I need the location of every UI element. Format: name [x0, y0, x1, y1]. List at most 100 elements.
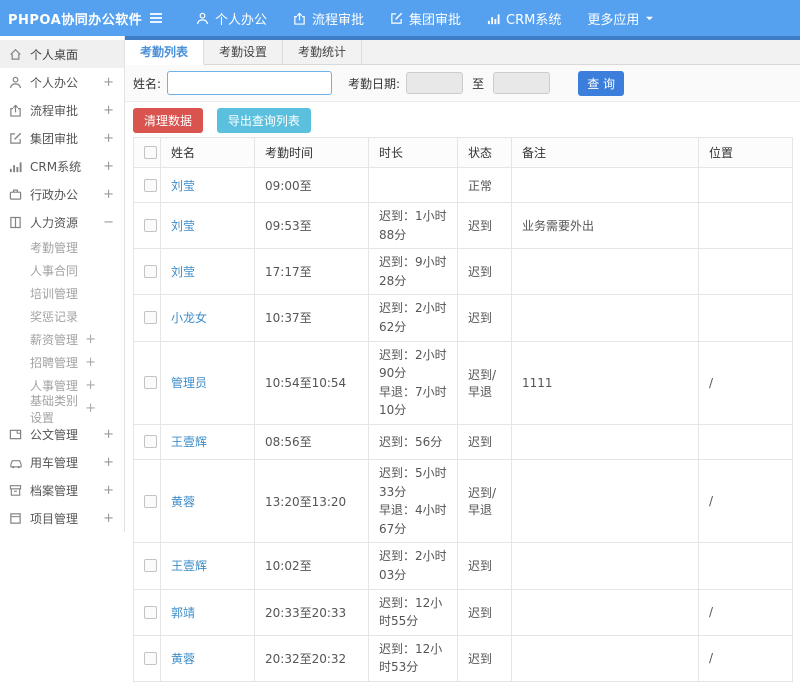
- expand-toggle-icon[interactable]: +: [85, 378, 96, 393]
- nav-item-workflow-approval[interactable]: 流程审批: [293, 9, 364, 28]
- sidebar-item-vehicle-mgmt[interactable]: 用车管理 +: [0, 448, 124, 476]
- expand-toggle-icon[interactable]: +: [103, 187, 114, 202]
- row-checkbox[interactable]: [144, 559, 157, 573]
- nav-item-more-apps[interactable]: 更多应用: [587, 9, 654, 28]
- date-to-input[interactable]: [493, 72, 551, 94]
- app-logo[interactable]: PHPOA协同办公软件: [0, 9, 148, 28]
- note-cell: [511, 248, 699, 296]
- employee-name-link[interactable]: 黄蓉: [171, 495, 195, 509]
- sidebar-subitem-attendance-mgmt[interactable]: 考勤管理: [0, 236, 124, 259]
- sidebar-subitem-reward-punish[interactable]: 奖惩记录: [0, 305, 124, 328]
- sidebar-item-archive-mgmt[interactable]: 档案管理 +: [0, 476, 124, 504]
- caret-down-icon: [645, 15, 654, 22]
- expand-toggle-icon[interactable]: +: [103, 159, 114, 174]
- employee-name-link[interactable]: 郭靖: [171, 606, 195, 620]
- flow-icon: [293, 12, 306, 25]
- expand-toggle-icon[interactable]: −: [103, 215, 114, 230]
- name-input[interactable]: [167, 71, 333, 95]
- book-icon: [9, 216, 24, 229]
- employee-name-link[interactable]: 刘莹: [171, 265, 195, 279]
- expand-toggle-icon[interactable]: +: [85, 355, 96, 370]
- row-checkbox[interactable]: [144, 178, 157, 192]
- status-cell: 迟到: [457, 423, 512, 460]
- sidebar-item-group-approval[interactable]: 集团审批 +: [0, 124, 124, 152]
- row-checkbox[interactable]: [144, 494, 157, 508]
- expand-toggle-icon[interactable]: +: [103, 75, 114, 90]
- edit-icon: [390, 12, 403, 25]
- expand-toggle-icon[interactable]: +: [103, 483, 114, 498]
- briefcase-icon: [9, 188, 24, 201]
- location-cell: [698, 167, 793, 203]
- row-checkbox[interactable]: [144, 311, 157, 325]
- column-header-4: 备注: [511, 137, 699, 168]
- sidebar-item-personal-office[interactable]: 个人办公 +: [0, 68, 124, 96]
- range-separator-label: 至: [472, 76, 485, 91]
- nav-item-crm[interactable]: CRM系统: [487, 9, 561, 28]
- nav-item-personal-office[interactable]: 个人办公: [196, 9, 267, 28]
- column-header-2: 时长: [368, 137, 458, 168]
- sidebar-subitem-hr-contract[interactable]: 人事合同: [0, 259, 124, 282]
- sidebar-item-label: 公文管理: [30, 427, 79, 442]
- sidebar-subitem-salary-mgmt[interactable]: 薪资管理 +: [0, 328, 124, 351]
- sidebar-item-project-mgmt[interactable]: 项目管理 +: [0, 504, 124, 532]
- attendance-time-cell: 10:37至: [254, 294, 369, 342]
- row-checkbox[interactable]: [144, 651, 157, 665]
- row-checkbox[interactable]: [144, 376, 157, 390]
- sidebar-item-admin-office[interactable]: 行政办公 +: [0, 180, 124, 208]
- employee-name-cell: 刘莹: [160, 167, 255, 203]
- expand-toggle-icon[interactable]: +: [103, 103, 114, 118]
- clean-data-button[interactable]: 清理数据: [133, 108, 204, 133]
- row-checkbox[interactable]: [144, 219, 157, 233]
- expand-toggle-icon[interactable]: +: [103, 511, 114, 526]
- nav-item-label: 更多应用: [587, 12, 640, 28]
- employee-name-link[interactable]: 王壹辉: [171, 559, 207, 573]
- row-checkbox[interactable]: [144, 265, 157, 279]
- sidebar-item-hr[interactable]: 人力资源 −: [0, 208, 124, 236]
- table-header-row: 姓名 考勤时间 时长 状态 备注 位置: [133, 137, 793, 168]
- expand-toggle-icon[interactable]: +: [103, 455, 114, 470]
- nav-item-group-approval[interactable]: 集团审批: [390, 9, 461, 28]
- tab-attendance-settings[interactable]: 考勤设置: [204, 40, 284, 64]
- sidebar-subitem-base-category[interactable]: 基础类别设置 +: [0, 394, 124, 425]
- expand-toggle-icon[interactable]: +: [103, 131, 114, 146]
- sidebar-item-label: 人力资源: [30, 215, 79, 230]
- employee-name-link[interactable]: 黄蓉: [171, 652, 195, 666]
- employee-name-link[interactable]: 王壹辉: [171, 435, 207, 449]
- hamburger-icon[interactable]: [148, 11, 172, 25]
- sidebar-item-label: 档案管理: [30, 483, 79, 498]
- employee-name-link[interactable]: 刘莹: [171, 219, 195, 233]
- search-button[interactable]: 查 询: [578, 70, 625, 96]
- sidebar-subitem-recruit-mgmt[interactable]: 招聘管理 +: [0, 351, 124, 374]
- top-navbar: PHPOA协同办公软件 个人办公 流程审批 集团审批 CRM系统 更多应用: [0, 0, 800, 36]
- employee-name-link[interactable]: 管理员: [171, 376, 207, 390]
- duration-cell: 迟到：2小时90分 早退：7小时10分: [368, 340, 458, 425]
- export-list-button[interactable]: 导出查询列表: [216, 108, 311, 133]
- note-cell: [511, 588, 699, 636]
- name-label: 姓名:: [133, 76, 162, 91]
- status-cell: 正常: [457, 167, 512, 203]
- table-row: 管理员 10:54至10:54 迟到：2小时90分 早退：7小时10分 迟到/早退 11…: [133, 340, 793, 425]
- sidebar-subitem-training-mgmt[interactable]: 培训管理: [0, 282, 124, 305]
- archive-icon: [9, 484, 24, 497]
- row-checkbox[interactable]: [144, 435, 157, 449]
- select-all-checkbox[interactable]: [144, 146, 157, 159]
- expand-toggle-icon[interactable]: +: [85, 332, 96, 347]
- sidebar: 个人桌面 个人办公 + 流程审批 + 集团审批 + CRM系统 + 行政办公 + 人力资源 − 考勤管理人…: [0, 36, 125, 532]
- tab-attendance-list[interactable]: 考勤列表: [125, 40, 205, 65]
- note-cell: 1111: [511, 340, 699, 425]
- table-row: 王壹辉 08:56至 迟到：56分 迟到: [133, 423, 793, 460]
- date-from-input[interactable]: [406, 72, 464, 94]
- employee-name-cell: 郭靖: [160, 588, 255, 636]
- note-cell: [511, 294, 699, 342]
- sidebar-item-personal-desktop[interactable]: 个人桌面: [0, 40, 124, 68]
- tab-attendance-stats[interactable]: 考勤统计: [283, 40, 363, 64]
- employee-name-link[interactable]: 小龙女: [171, 311, 207, 325]
- expand-toggle-icon[interactable]: +: [103, 427, 114, 442]
- sidebar-item-workflow-approval[interactable]: 流程审批 +: [0, 96, 124, 124]
- column-header-1: 考勤时间: [254, 137, 369, 168]
- tab-bar: 考勤列表 考勤设置 考勤统计: [125, 40, 800, 65]
- sidebar-item-crm[interactable]: CRM系统 +: [0, 152, 124, 180]
- row-checkbox[interactable]: [144, 605, 157, 619]
- expand-toggle-icon[interactable]: +: [85, 401, 96, 416]
- employee-name-link[interactable]: 刘莹: [171, 179, 195, 193]
